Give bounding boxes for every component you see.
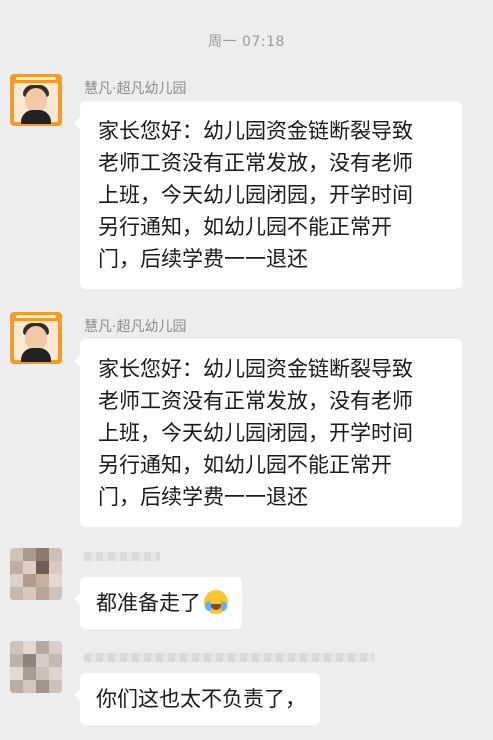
sender-name-blurred [84,552,160,561]
message-line: 老师工资没有正常发放，没有老师 [98,151,413,175]
message-line: 另行通知，如幼儿园不能正常开 [98,215,392,239]
message-line: 门，后续学费一一退还 [98,485,308,509]
message-bubble[interactable]: 家长您好：幼儿园资金链断裂导致 老师工资没有正常发放，没有老师 上班，今天幼儿园… [74,339,462,527]
message-line: 另行通知，如幼儿园不能正常开 [98,453,392,477]
sender-name: 慧凡·超凡幼儿园 [84,319,187,335]
sender-name: 慧凡·超凡幼儿园 [84,81,187,97]
message-bubble[interactable]: 都准备走了 [74,577,242,629]
blurred-avatar[interactable] [10,548,62,600]
message-line: 老师工资没有正常发放，没有老师 [98,389,413,413]
blurred-avatar[interactable] [10,641,62,693]
message-text: 都准备走了 [96,591,201,615]
message-line: 上班，今天幼儿园闭园，开学时间 [98,183,413,207]
chat-timestamp: 周一 07:18 [208,34,285,50]
kindergarten-avatar[interactable] [10,74,62,126]
message-line: 家长您好：幼儿园资金链断裂导致 [98,357,413,381]
message-line: 上班，今天幼儿园闭园，开学时间 [98,421,413,445]
message-text: 你们这也太不负责了， [96,687,306,711]
message-bubble[interactable]: 你们这也太不负责了， [74,673,320,725]
crying-laughing-emoji-icon [204,590,228,614]
message-line: 门，后续学费一一退还 [98,247,308,271]
kindergarten-avatar[interactable] [10,312,62,364]
message-line: 家长您好：幼儿园资金链断裂导致 [98,119,413,143]
chat-screen: 周一 07:18 慧凡·超凡幼儿园 家长您好：幼儿园资金链断裂导致 老师工资没有… [0,0,493,740]
message-bubble[interactable]: 家长您好：幼儿园资金链断裂导致 老师工资没有正常发放，没有老师 上班，今天幼儿园… [74,101,462,289]
sender-name-blurred [84,653,374,662]
